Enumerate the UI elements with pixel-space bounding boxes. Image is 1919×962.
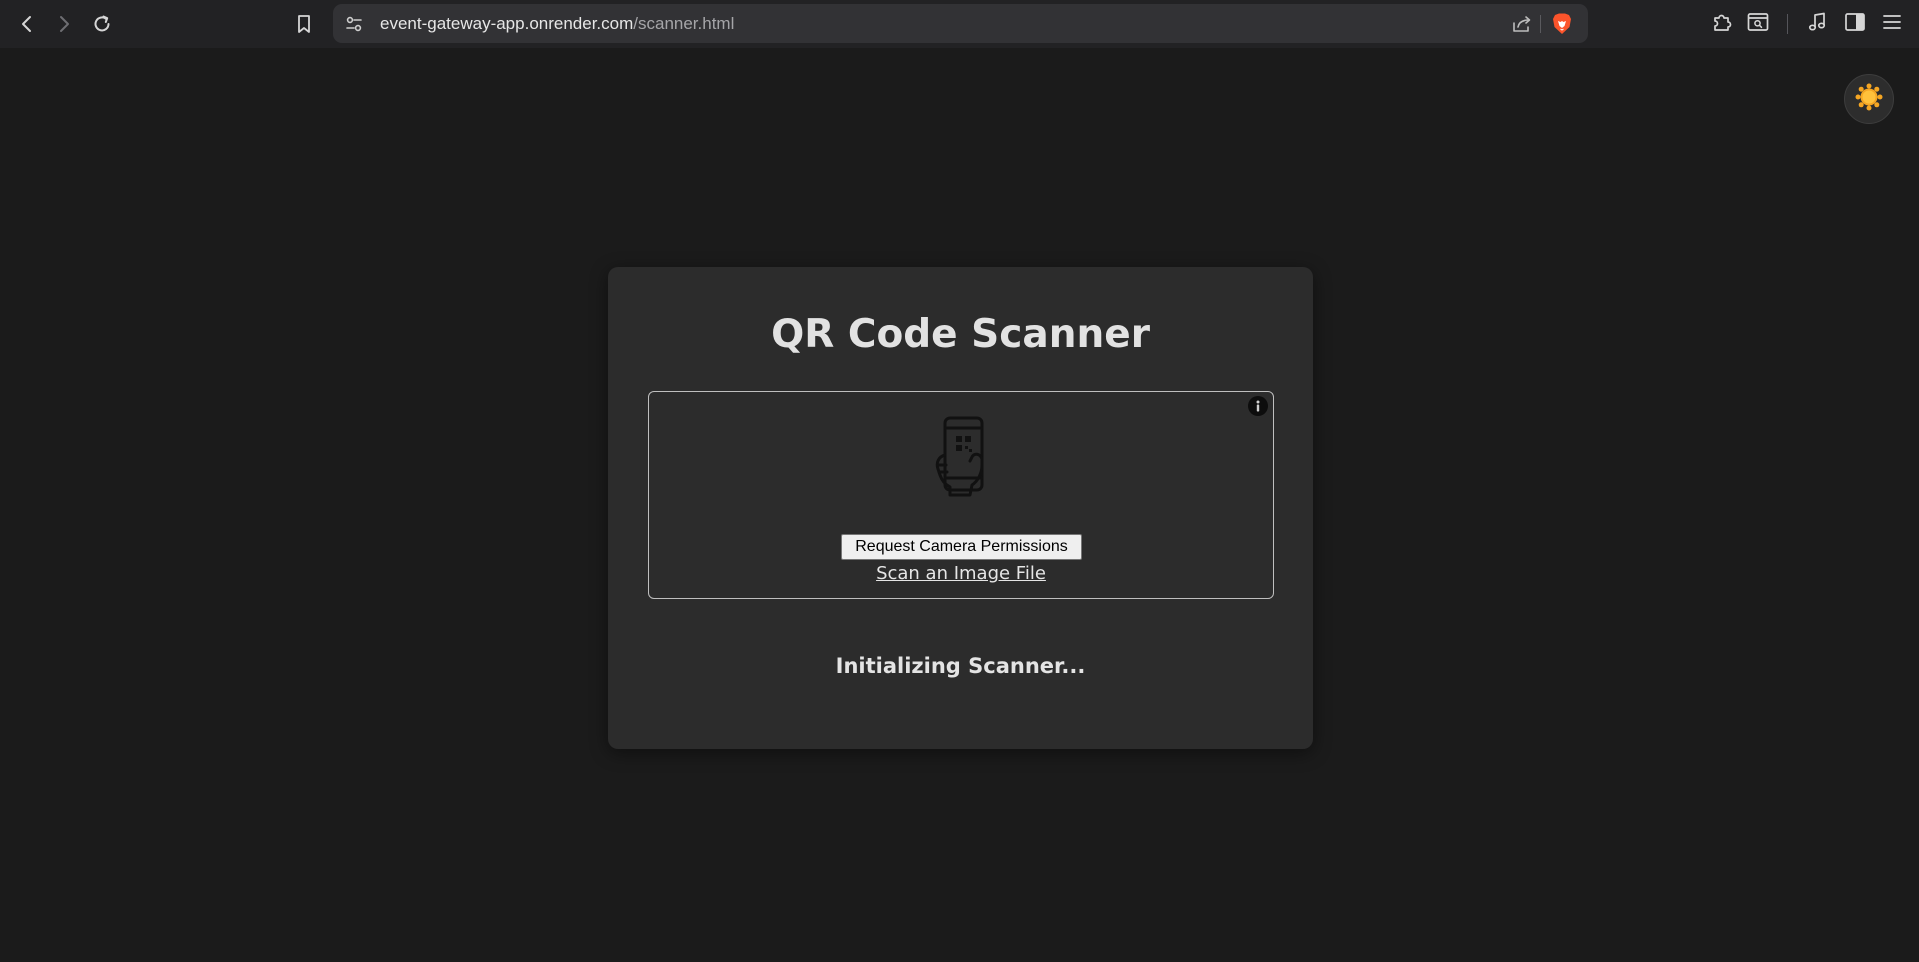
- address-bar[interactable]: event-gateway-app.onrender.com/scanner.h…: [333, 4, 1588, 43]
- scan-image-file-link[interactable]: Scan an Image File: [649, 562, 1273, 586]
- scanner-card: QR Code Scanner Request Camera Permissio…: [608, 267, 1313, 749]
- browser-toolbar: event-gateway-app.onrender.com/scanner.h…: [0, 0, 1919, 48]
- reload-icon: [91, 13, 113, 35]
- phone-qr-scan-icon: [932, 415, 994, 499]
- request-camera-permissions-button[interactable]: Request Camera Permissions: [841, 534, 1082, 560]
- puzzle-icon: [1711, 11, 1733, 37]
- hamburger-menu-icon: [1881, 12, 1903, 36]
- back-button[interactable]: [13, 10, 41, 38]
- reload-button[interactable]: [88, 10, 116, 38]
- chevron-left-icon: [17, 14, 37, 34]
- sidebar-button[interactable]: [1841, 10, 1869, 38]
- scanner-status: Initializing Scanner...: [835, 654, 1086, 678]
- sidebar-icon: [1844, 12, 1866, 36]
- info-icon[interactable]: [1248, 396, 1268, 416]
- toolbar-divider: [1787, 14, 1788, 34]
- page-search-icon: [1746, 11, 1770, 37]
- site-settings-icon[interactable]: [343, 13, 365, 35]
- bookmark-button[interactable]: [290, 10, 318, 38]
- url-path: /scanner.html: [633, 14, 735, 33]
- forward-button[interactable]: [50, 10, 78, 38]
- page-search-button[interactable]: [1744, 10, 1772, 38]
- extensions-button[interactable]: [1708, 10, 1736, 38]
- url-text[interactable]: event-gateway-app.onrender.com/scanner.h…: [380, 4, 734, 43]
- music-note-icon: [1806, 11, 1828, 37]
- qr-reader-panel: Request Camera Permissions Scan an Image…: [648, 391, 1274, 599]
- page-title: QR Code Scanner: [771, 312, 1150, 357]
- theme-toggle-button[interactable]: [1844, 74, 1894, 124]
- sun-icon: [1854, 82, 1884, 116]
- main-menu-button[interactable]: [1878, 10, 1906, 38]
- address-divider: [1540, 15, 1541, 33]
- share-icon[interactable]: [1511, 13, 1533, 35]
- url-host: event-gateway-app.onrender.com: [380, 14, 634, 33]
- bookmark-icon: [294, 13, 314, 35]
- brave-lion-icon[interactable]: [1550, 12, 1574, 36]
- media-button[interactable]: [1803, 10, 1831, 38]
- chevron-right-icon: [54, 14, 74, 34]
